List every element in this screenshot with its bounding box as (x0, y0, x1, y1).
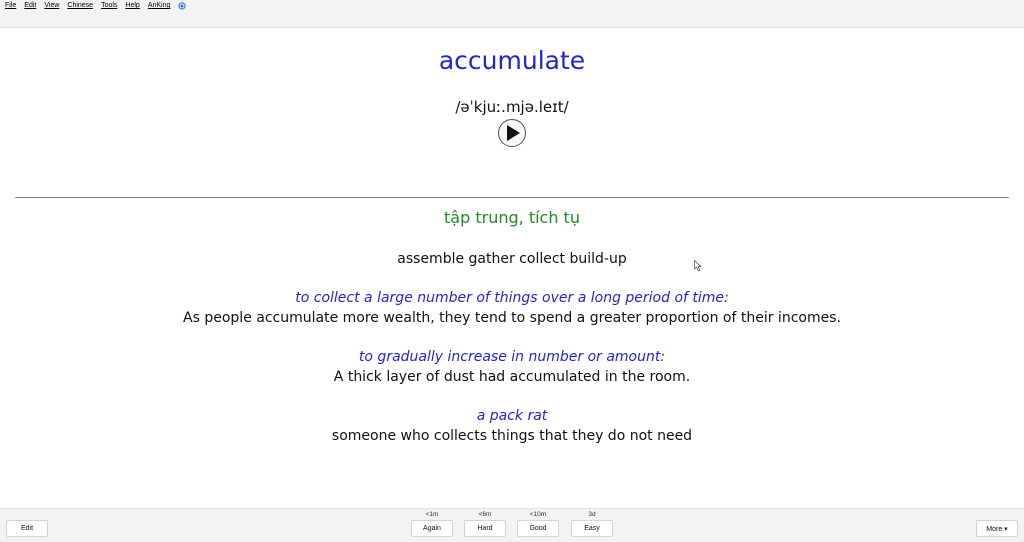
card-word: accumulate (438, 46, 586, 75)
toolbar-strip (0, 11, 1024, 28)
card-meaning: tập trung, tích tụ (444, 208, 580, 227)
menu-help[interactable]: Help (120, 2, 142, 9)
card-divider (15, 197, 1009, 198)
again-interval: <1m (425, 511, 439, 518)
card-area: accumulate /əˈkjuː.mjə.leɪt/ tập trung, … (0, 28, 1024, 508)
card-pronunciation: /əˈkjuː.mjə.leɪt/ (455, 98, 569, 116)
menu-tools[interactable]: Tools (96, 2, 120, 9)
sync-icon[interactable] (178, 1, 187, 10)
easy-interval: 3d (588, 511, 596, 518)
menu-edit[interactable]: Edit (19, 2, 39, 9)
definition-1: to collect a large number of things over… (295, 290, 729, 306)
again-button[interactable]: Again (411, 520, 453, 537)
menu-anking[interactable]: AnKing (143, 2, 174, 9)
review-bottom-bar: Edit <1m Again <6m Hard <10m Good 3d Eas… (0, 508, 1024, 542)
example-1: As people accumulate more wealth, they t… (183, 310, 841, 326)
menu-file[interactable]: File (0, 2, 19, 9)
menu-bar: File Edit View Chinese Tools Help AnKing (0, 0, 1024, 11)
definition-3: a pack rat (476, 408, 548, 424)
example-3: someone who collects things that they do… (331, 428, 693, 444)
example-2: A thick layer of dust had accumulated in… (333, 369, 691, 385)
play-audio-button[interactable] (498, 119, 526, 147)
menu-chinese[interactable]: Chinese (62, 2, 96, 9)
mouse-cursor-icon (694, 260, 702, 272)
good-interval: <10m (529, 511, 547, 518)
hard-interval: <6m (478, 511, 492, 518)
edit-button[interactable]: Edit (6, 520, 48, 537)
play-icon (507, 125, 520, 141)
hard-button[interactable]: Hard (464, 520, 506, 537)
definition-2: to gradually increase in number or amoun… (358, 349, 666, 365)
more-button[interactable]: More ▾ (976, 520, 1018, 537)
menu-view[interactable]: View (39, 2, 62, 9)
easy-button[interactable]: Easy (571, 520, 613, 537)
card-synonyms: assemble gather collect build-up (397, 251, 627, 267)
good-button[interactable]: Good (517, 520, 559, 537)
